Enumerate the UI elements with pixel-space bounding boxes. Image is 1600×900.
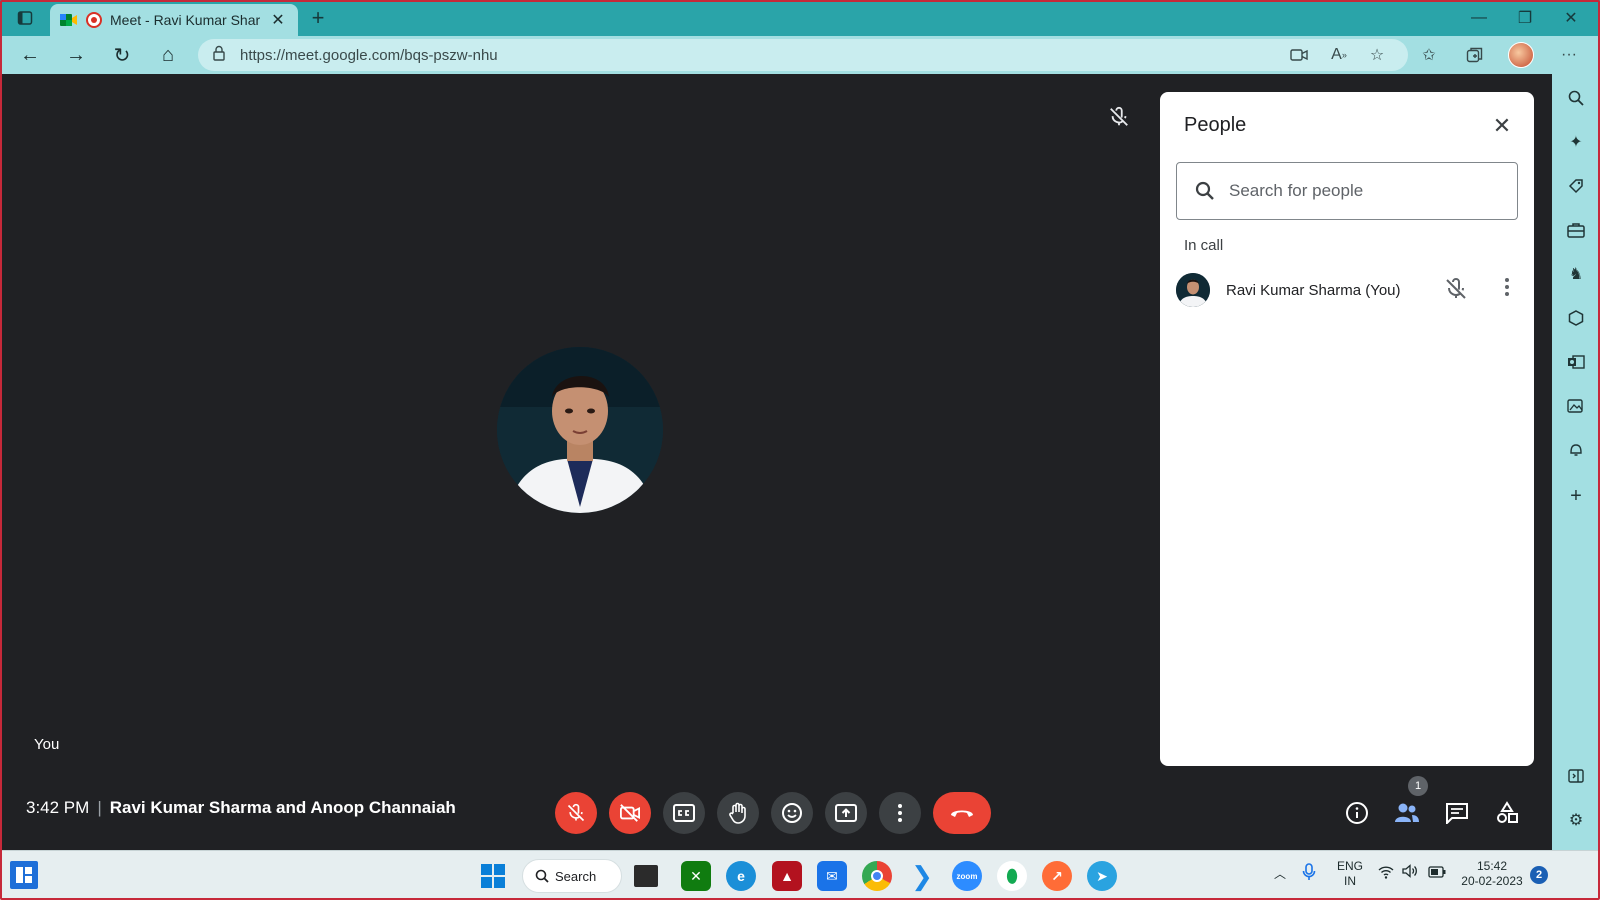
window-border — [0, 0, 1600, 900]
